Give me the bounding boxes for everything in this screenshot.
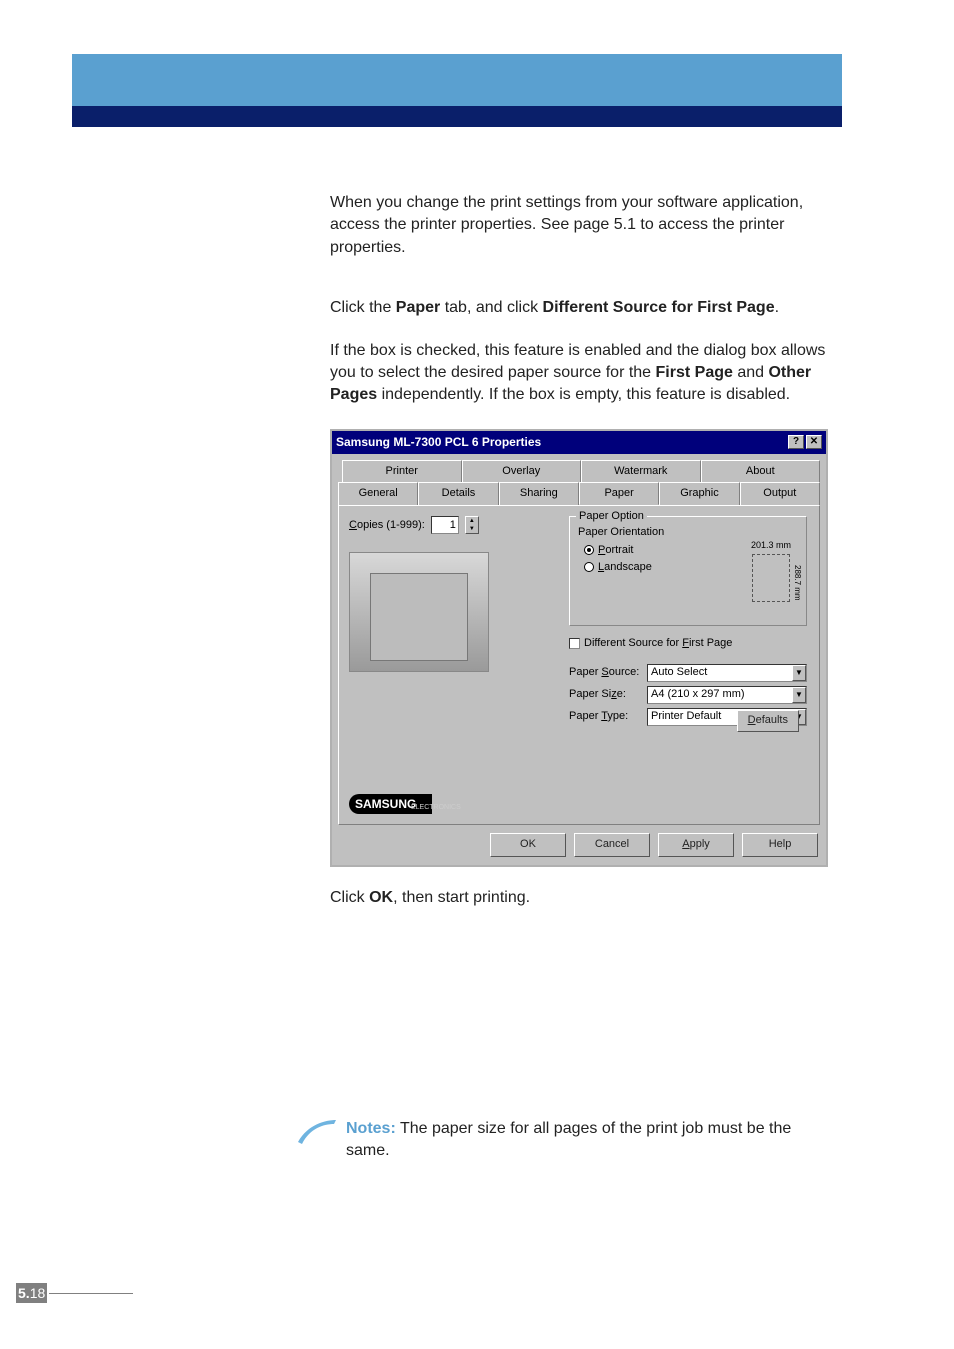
tab-overlay[interactable]: Overlay (462, 460, 582, 482)
dialog-titlebar: Samsung ML-7300 PCL 6 Properties ? ✕ (332, 431, 826, 454)
different-source-checkbox[interactable] (569, 638, 580, 649)
dialog-title: Samsung ML-7300 PCL 6 Properties (336, 434, 541, 451)
p4-bold-ok: OK (369, 889, 393, 906)
help-icon[interactable]: ? (788, 435, 804, 449)
chevron-down-icon[interactable]: ▼ (792, 687, 806, 703)
copies-spinner[interactable]: ▲▼ (465, 516, 479, 534)
notes-text: The paper size for all pages of the prin… (346, 1120, 791, 1159)
page-chapter: 5. (18, 1285, 30, 1301)
paper-type-label: Paper Type: (569, 709, 647, 724)
header-band-right (732, 54, 842, 106)
printer-preview-image (349, 552, 489, 672)
close-icon[interactable]: ✕ (806, 435, 822, 449)
tab-watermark[interactable]: Watermark (581, 460, 701, 482)
content-column: When you change the print settings from … (330, 192, 830, 909)
notes-label: Notes: (346, 1120, 396, 1137)
tab-output[interactable]: Output (740, 482, 820, 505)
tab-row-upper: Printer Overlay Watermark About (342, 460, 820, 482)
tab-general[interactable]: General (338, 482, 418, 505)
paper-type-value: Printer Default (651, 709, 721, 724)
copies-label: Copies (1-999): (349, 518, 425, 533)
radio-landscape-label: Landscape (598, 561, 652, 573)
apply-button[interactable]: Apply (658, 833, 734, 856)
paper-height-label: 288.7 mm (792, 565, 803, 601)
left-panel: Copies (1-999): ▲▼ (349, 516, 559, 672)
tab-printer[interactable]: Printer (342, 460, 462, 482)
page-number: 5.18 (16, 1283, 133, 1303)
p3-text-c: and (733, 364, 769, 381)
tab-graphic[interactable]: Graphic (659, 482, 739, 505)
tab-about[interactable]: About (701, 460, 821, 482)
paragraph-3: If the box is checked, this feature is e… (330, 340, 830, 407)
page-number-line (49, 1293, 133, 1294)
header-band-blue (72, 54, 842, 106)
paper-size-value: A4 (210 x 297 mm) (651, 687, 745, 702)
paper-size-combo[interactable]: A4 (210 x 297 mm) ▼ (647, 686, 807, 704)
paper-source-combo[interactable]: Auto Select ▼ (647, 664, 807, 682)
tab-sharing[interactable]: Sharing (499, 482, 579, 505)
tab-row-lower: General Details Sharing Paper Graphic Ou… (338, 482, 820, 505)
ok-button[interactable]: OK (490, 833, 566, 856)
chevron-down-icon[interactable]: ▼ (792, 665, 806, 681)
paper-option-label: Paper Option (576, 509, 647, 524)
notes-block: Notes: The paper size for all pages of t… (296, 1118, 836, 1163)
p4-text-a: Click (330, 889, 369, 906)
tabs-area: Printer Overlay Watermark About General … (332, 454, 826, 826)
paragraph-1: When you change the print settings from … (330, 192, 830, 259)
header-band-dark (72, 106, 842, 127)
p3-text-e: independently. If the box is empty, this… (377, 386, 790, 403)
cancel-button[interactable]: Cancel (574, 833, 650, 856)
dialog-button-row: OK Cancel Apply Help (332, 825, 826, 864)
p2-bold-paper: Paper (396, 299, 440, 316)
page-num: 18 (30, 1285, 46, 1301)
radio-landscape[interactable] (584, 562, 594, 572)
tab-paper[interactable]: Paper (579, 482, 659, 505)
defaults-button[interactable]: Defaults (737, 710, 799, 731)
p2-bold-diffsource: Different Source for First Page (543, 299, 775, 316)
paper-size-label: Paper Size: (569, 687, 647, 702)
p2-text-c: tab, and click (440, 299, 542, 316)
p2-text-a: Click the (330, 299, 396, 316)
radio-portrait-label: Portrait (598, 544, 633, 556)
paper-width-label: 201.3 mm (744, 539, 798, 552)
paper-preview: 201.3 mm 288.7 mm (744, 539, 798, 599)
right-panel: Paper Option Paper Orientation Portrait … (569, 516, 807, 729)
help-button[interactable]: Help (742, 833, 818, 856)
p4-text-c: , then start printing. (393, 889, 530, 906)
note-swoosh-icon (296, 1118, 338, 1148)
radio-portrait[interactable] (584, 545, 594, 555)
tab-details[interactable]: Details (418, 482, 498, 505)
different-source-label: Different Source for First Page (584, 637, 732, 649)
samsung-logo-sub: ELECTRONICS (411, 803, 461, 813)
paper-source-label: Paper Source: (569, 665, 647, 680)
printer-properties-dialog: Samsung ML-7300 PCL 6 Properties ? ✕ Pri… (330, 429, 828, 867)
paper-source-value: Auto Select (651, 665, 707, 680)
tab-body-paper: Copies (1-999): ▲▼ Paper Option Paper Or… (338, 505, 820, 825)
paragraph-2: Click the Paper tab, and click Different… (330, 297, 830, 319)
p2-text-e: . (775, 299, 779, 316)
copies-input[interactable] (431, 516, 459, 534)
paragraph-4: Click OK, then start printing. (330, 887, 830, 909)
p3-bold-firstpage: First Page (656, 364, 733, 381)
